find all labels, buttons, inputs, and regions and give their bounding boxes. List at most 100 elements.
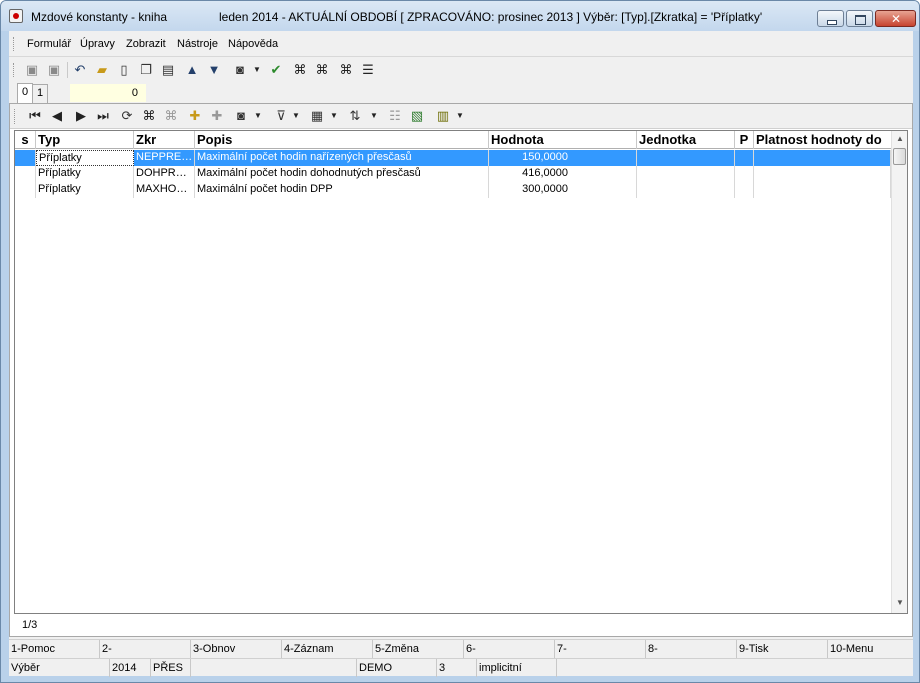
sort-icon[interactable]: ⇅: [346, 107, 364, 125]
fkey-6[interactable]: 6-: [464, 640, 555, 658]
cell-hodnota[interactable]: 150,0000: [489, 150, 637, 166]
table-row[interactable]: Příplatky MAXHODDPP Maximální počet hodi…: [15, 182, 891, 198]
close-button[interactable]: [875, 10, 916, 27]
nav-toolbar-grip[interactable]: [14, 109, 17, 124]
menu-zobrazit[interactable]: Zobrazit: [126, 38, 166, 50]
fkey-7[interactable]: 7-: [555, 640, 646, 658]
cell-hodnota[interactable]: 300,0000: [489, 182, 637, 198]
cell-s: [15, 166, 36, 182]
previous-record-icon[interactable]: ◀: [48, 107, 66, 125]
arrow-down-icon[interactable]: ▼: [205, 61, 223, 79]
scroll-down-icon[interactable]: ▼: [894, 597, 906, 609]
columns-dropdown-icon[interactable]: ▼: [330, 107, 338, 125]
save-icon[interactable]: ▣: [23, 61, 41, 79]
cell-popis[interactable]: Maximální počet hodin nařízených přesčas…: [195, 150, 489, 166]
fkey-10-menu[interactable]: 10-Menu: [828, 640, 913, 658]
application-window: Mzdové konstanty - kniha leden 2014 - AK…: [0, 0, 920, 683]
menu-napoveda[interactable]: Nápověda: [228, 38, 278, 50]
grid-header: s Typ Zkr Popis Hodnota Jednotka P Platn…: [15, 131, 891, 149]
sort-dropdown-icon[interactable]: ▼: [370, 107, 378, 125]
cell-zkr[interactable]: NEPPRESC: [134, 150, 195, 166]
column-header-jednotka[interactable]: Jednotka: [637, 131, 735, 149]
menu-lines-icon[interactable]: ☰: [359, 61, 377, 79]
refresh-icon[interactable]: ⟳: [118, 107, 136, 125]
fkey-8[interactable]: 8-: [646, 640, 737, 658]
next-record-icon[interactable]: ▶: [72, 107, 90, 125]
toolbar-grip[interactable]: [13, 63, 16, 77]
cell-popis[interactable]: Maximální počet hodin dohodnutých přesča…: [195, 166, 489, 182]
cell-typ[interactable]: Příplatky: [36, 182, 134, 198]
menu-grip[interactable]: [13, 37, 16, 51]
filter-icon[interactable]: ⊽: [272, 107, 290, 125]
filter-check-icon[interactable]: ✔: [267, 61, 285, 79]
binoculars-icon[interactable]: ⌘: [291, 61, 309, 79]
camera-dropdown-icon[interactable]: ▼: [253, 61, 261, 79]
cell-platnost[interactable]: [754, 182, 891, 198]
report-dropdown-icon[interactable]: ▼: [456, 107, 464, 125]
camera-icon[interactable]: ◙: [232, 107, 250, 125]
new-document-icon[interactable]: ▯: [115, 61, 133, 79]
cell-hodnota[interactable]: 416,0000: [489, 166, 637, 182]
find-next-icon[interactable]: ⌘: [313, 61, 331, 79]
fkey-9-print[interactable]: 9-Tisk: [737, 640, 828, 658]
title-bar[interactable]: Mzdové konstanty - kniha leden 2014 - AK…: [1, 1, 919, 31]
camera-icon[interactable]: ◙: [231, 61, 249, 79]
cell-zkr[interactable]: DOHPRESC: [134, 166, 195, 182]
column-header-s[interactable]: s: [15, 131, 36, 149]
column-header-p[interactable]: P: [735, 131, 754, 149]
menu-upravy[interactable]: Úpravy: [80, 38, 115, 50]
camera-dropdown-icon[interactable]: ▼: [254, 107, 262, 125]
cell-jednotka[interactable]: [637, 150, 735, 166]
fkey-2[interactable]: 2-: [100, 640, 191, 658]
last-record-icon[interactable]: ⏭: [94, 107, 112, 125]
column-header-hodnota[interactable]: Hodnota: [489, 131, 637, 149]
first-record-icon[interactable]: ⏮: [26, 107, 44, 125]
cell-p[interactable]: [735, 182, 754, 198]
export-excel-icon[interactable]: ▧: [408, 107, 426, 125]
tab-0[interactable]: 0: [17, 83, 33, 103]
cell-platnost[interactable]: [754, 150, 891, 166]
column-header-platnost[interactable]: Platnost hodnoty do: [754, 131, 891, 149]
cell-popis[interactable]: Maximální počet hodin DPP: [195, 182, 489, 198]
find-replace-icon[interactable]: ⌘: [337, 61, 355, 79]
report-icon[interactable]: ▥: [434, 107, 452, 125]
menu-bar: Formulář Úpravy Zobrazit Nástroje Nápově…: [9, 31, 913, 57]
scroll-up-icon[interactable]: ▲: [894, 133, 906, 145]
menu-nastroje[interactable]: Nástroje: [177, 38, 218, 50]
fkey-1-help[interactable]: 1-Pomoc: [9, 640, 100, 658]
maximize-button[interactable]: [846, 10, 873, 27]
tab-strip: 0 1 0: [9, 82, 913, 104]
copy-icon[interactable]: ❐: [137, 61, 155, 79]
cell-p[interactable]: [735, 150, 754, 166]
cell-typ[interactable]: Příplatky: [36, 150, 134, 166]
undo-icon[interactable]: ↶: [71, 61, 89, 79]
scroll-thumb[interactable]: [893, 148, 906, 165]
columns-icon[interactable]: ▦: [308, 107, 326, 125]
filter-dropdown-icon[interactable]: ▼: [292, 107, 300, 125]
open-folder-icon[interactable]: ▰: [93, 61, 111, 79]
arrow-up-icon[interactable]: ▲: [183, 61, 201, 79]
column-header-zkr[interactable]: Zkr: [134, 131, 195, 149]
cell-platnost[interactable]: [754, 166, 891, 182]
book-icon[interactable]: ▤: [159, 61, 177, 79]
column-header-popis[interactable]: Popis: [195, 131, 489, 149]
fkey-4-record[interactable]: 4-Záznam: [282, 640, 373, 658]
cell-zkr[interactable]: MAXHODDPP: [134, 182, 195, 198]
add-record-icon[interactable]: ✚: [186, 107, 204, 125]
table-row[interactable]: Příplatky NEPPRESC Maximální počet hodin…: [15, 150, 891, 166]
tab-1[interactable]: 1: [32, 84, 48, 103]
minimize-button[interactable]: [817, 10, 844, 27]
menu-formular[interactable]: Formulář: [27, 38, 71, 50]
vertical-scrollbar[interactable]: ▲ ▼: [891, 131, 907, 613]
column-header-typ[interactable]: Typ: [36, 131, 134, 149]
fkey-3-refresh[interactable]: 3-Obnov: [191, 640, 282, 658]
cell-typ[interactable]: Příplatky: [36, 166, 134, 182]
table-row[interactable]: Příplatky DOHPRESC Maximální počet hodin…: [15, 166, 891, 182]
search-icon[interactable]: ⌘: [140, 107, 158, 125]
cell-jednotka[interactable]: [637, 166, 735, 182]
function-key-bar: 1-Pomoc 2- 3-Obnov 4-Záznam 5-Změna 6- 7…: [9, 639, 913, 658]
fkey-5-change[interactable]: 5-Změna: [373, 640, 464, 658]
save-as-icon[interactable]: ▣: [45, 61, 63, 79]
cell-jednotka[interactable]: [637, 182, 735, 198]
cell-p[interactable]: [735, 166, 754, 182]
